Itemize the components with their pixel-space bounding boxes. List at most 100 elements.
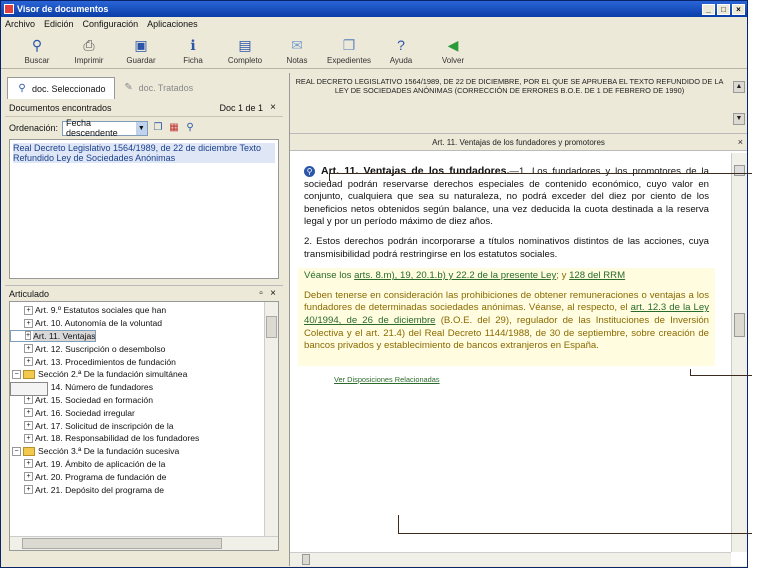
note-1-link2[interactable]: 128 del RRM [569,270,625,281]
note-1-mid: ; y [556,270,567,282]
document-vscrollbar[interactable] [731,153,747,552]
tree-vscroll-thumb[interactable] [266,316,277,338]
app-icon [4,4,14,14]
tree-item-label: Art. 9.º Estatutos sociales que han [35,305,167,316]
ficha-label: Ficha [183,56,203,65]
grid-icon[interactable]: ▦ [168,122,180,134]
related-link[interactable]: Ver Disposiciones Relacionadas [304,374,709,387]
tree-item[interactable]: +Art. 14. Número de fundadores [10,381,264,396]
menu-edicion[interactable]: Edición [44,19,74,29]
volver-button[interactable]: ◀ Volver [427,32,479,68]
expand-icon[interactable]: + [25,331,32,341]
collapse-icon[interactable]: − [12,446,21,456]
tree-item-label: Art. 13. Procedimientos de fundación [35,356,176,367]
tree-item-label: Art. 20. Programa de fundación de [35,471,167,482]
expand-icon[interactable]: + [24,305,33,315]
callout-line [690,375,752,376]
buscar-label: Buscar [24,56,50,65]
order-label: Ordenación: [9,123,59,133]
collapse-icon[interactable]: − [12,369,21,379]
found-bar: Documentos encontrados Doc 1 de 1 × [5,99,283,117]
document-hscrollbar[interactable] [290,552,731,566]
maximize-button[interactable]: □ [717,3,730,15]
callout-line [398,515,399,533]
header-scroll-up[interactable]: ▲ [733,81,745,93]
expand-icon[interactable]: + [24,357,33,367]
tree-hscrollbar[interactable] [10,536,278,550]
tree-item[interactable]: + Art. 12. Suscripción o desembolso [10,342,264,396]
expand-icon[interactable]: + [24,395,33,405]
expand-icon[interactable]: + [24,433,33,443]
close-tree-icon[interactable]: × [267,288,279,300]
folder-icon [23,369,35,379]
expand-icon[interactable]: + [24,408,33,418]
note-1: Véanse los arts. 8.m), 19, 20.1.b) y 22.… [304,270,709,283]
expand-icon[interactable]: + [24,318,33,328]
magnifier-icon[interactable]: ⚲ [304,166,315,177]
document-hscroll-thumb[interactable] [302,554,310,565]
document-vscroll-thumb[interactable] [734,313,745,337]
completo-button[interactable]: ▤ Completo [219,32,271,68]
tree-item[interactable]: +Art. 11. Ventajas de los fundadores [10,329,96,396]
paragraph-1: ⚲ Art. 11. Ventajas de los fundadores.—1.… [304,165,709,229]
ficha-button[interactable]: ℹ Ficha [167,32,219,68]
pin-icon[interactable]: ▫ [255,288,267,300]
buscar-button[interactable]: ⚲ Buscar [11,32,63,68]
expand-icon[interactable]: + [24,459,33,469]
window-title: Visor de documentos [17,4,109,14]
minimize-button[interactable]: _ [702,3,715,15]
tree-item[interactable]: + Art. 10. Autonomía de la voluntad [10,317,264,396]
order-select[interactable]: Fecha descendente ▼ [62,118,149,138]
note-1-link[interactable]: arts. 8.m), 19, 20.1.b) y 22.2 de la pre… [354,270,556,281]
copy-icon[interactable]: ❐ [152,122,164,134]
document-header-text: REAL DECRETO LEGISLATIVO 1564/1989, DE 2… [295,77,724,95]
tab-doc-seleccionado[interactable]: ⚲ doc. Seleccionado [7,77,115,99]
tree-folder[interactable]: − Sección 2.ª De la fundación simultánea [10,368,264,381]
note-1-prefix: Véanse los [304,270,352,282]
expedientes-button[interactable]: ❐ Expedientes [323,32,375,68]
list-item[interactable]: Real Decreto Legislativo 1564/1989, de 2… [13,143,275,163]
document-body: ⚲ Art. 11. Ventajas de los fundadores.—1.… [290,153,731,552]
expand-icon[interactable]: + [24,344,33,354]
close-results-icon[interactable]: × [267,102,279,114]
document-header: REAL DECRETO LEGISLATIVO 1564/1989, DE 2… [290,73,747,133]
expand-icon[interactable]: + [24,472,33,482]
header-scrollbar[interactable]: ▲ ▼ [733,81,745,129]
tree-item[interactable]: + Art. 13. Procedimientos de fundación [10,355,264,396]
expand-icon[interactable]: + [24,485,33,495]
tree-vscrollbar[interactable] [264,302,278,536]
ayuda-button[interactable]: ? Ayuda [375,32,427,68]
app-window: Visor de documentos _ □ × Archivo Edició… [0,0,748,568]
tree-item[interactable]: + Art. 18. Responsabilidad de los fundado… [10,382,264,445]
toolbar: ⚲ Buscar ⎙ Imprimir ▣ Guardar ℹ Ficha ▤ Compl… [1,31,747,69]
menu-configuracion[interactable]: Configuración [83,19,139,29]
tree-item[interactable]: + Art. 21. Depósito del programa de [10,382,264,496]
close-button[interactable]: × [732,3,745,15]
tree-item[interactable]: + Art. 16. Sociedad irregular [10,382,264,419]
tree-hscroll-thumb[interactable] [22,538,222,549]
articulado-label: Articulado [9,288,50,299]
tree-item[interactable]: + Art. 9.º Estatutos sociales que han [10,304,264,396]
tree-folder[interactable]: − Sección 3.ª De la fundación sucesiva [10,445,264,458]
folder-icon [23,446,35,456]
guardar-button[interactable]: ▣ Guardar [115,32,167,68]
imprimir-button[interactable]: ⎙ Imprimir [63,32,115,68]
close-article-icon[interactable]: × [738,134,743,151]
notas-button[interactable]: ✉ Notas [271,32,323,68]
menu-aplicaciones[interactable]: Aplicaciones [147,19,198,29]
notes-icon: ✉ [291,37,303,53]
tree-item-label: Art. 17. Solicitud de inscripción de la [35,420,174,431]
tree-item[interactable]: + Art. 20. Programa de fundación de [10,382,264,483]
tree-item[interactable]: + Art. 19. Ámbito de aplicación de la [10,382,264,471]
document-scroll-up[interactable] [734,165,745,176]
results-list: Real Decreto Legislativo 1564/1989, de 2… [9,139,279,279]
filter-icon[interactable]: ⚲ [184,122,196,134]
volver-label: Volver [441,56,465,65]
document-icon: ▤ [238,37,252,53]
tree-item[interactable]: + Art. 17. Solicitud de inscripción de la [10,382,264,432]
tab-doc-tratados[interactable]: ✎ doc. Tratados [114,77,202,99]
header-scroll-down[interactable]: ▼ [733,113,745,125]
tree-item[interactable]: + Art. 15. Sociedad en formación [10,382,264,407]
menu-archivo[interactable]: Archivo [5,19,35,29]
expand-icon[interactable]: + [24,421,33,431]
